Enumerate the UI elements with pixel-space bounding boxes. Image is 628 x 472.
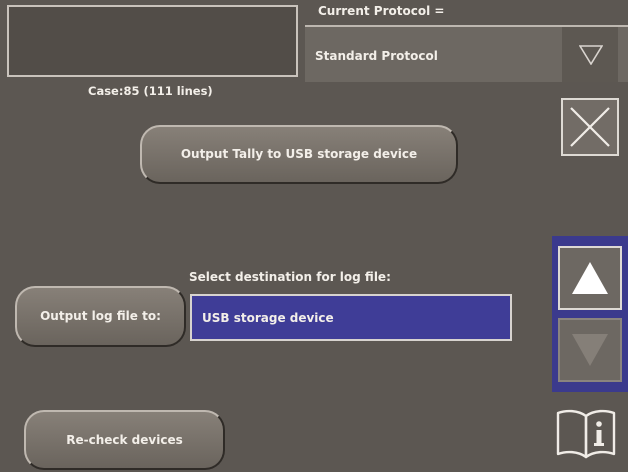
protocol-screen: Current Protocol = Standard Protocol Cas…: [0, 0, 628, 472]
triangle-up-icon: [572, 262, 608, 294]
scroll-up-button[interactable]: [558, 246, 622, 310]
scroll-down-button[interactable]: [558, 318, 622, 382]
recheck-devices-button[interactable]: Re-check devices: [24, 410, 225, 470]
output-tally-button[interactable]: Output Tally to USB storage device: [140, 125, 458, 184]
triangle-down-icon: [572, 334, 608, 366]
destination-label: Select destination for log file:: [189, 270, 391, 284]
display-panel: [7, 5, 298, 77]
help-button[interactable]: [553, 402, 619, 464]
destination-field[interactable]: USB storage device: [190, 294, 512, 341]
protocol-select[interactable]: Standard Protocol: [305, 27, 628, 82]
output-log-button[interactable]: Output log file to:: [15, 286, 186, 347]
protocol-value: Standard Protocol: [315, 49, 438, 63]
manual-book-info-icon: [556, 409, 616, 459]
close-x-icon: [570, 107, 610, 147]
protocol-dropdown-button[interactable]: [562, 27, 618, 82]
close-button[interactable]: [561, 98, 619, 156]
destination-value: USB storage device: [202, 311, 334, 325]
triangle-down-outline-icon: [579, 45, 603, 65]
protocol-label: Current Protocol =: [318, 4, 445, 18]
case-info: Case:85 (111 lines): [88, 84, 213, 98]
